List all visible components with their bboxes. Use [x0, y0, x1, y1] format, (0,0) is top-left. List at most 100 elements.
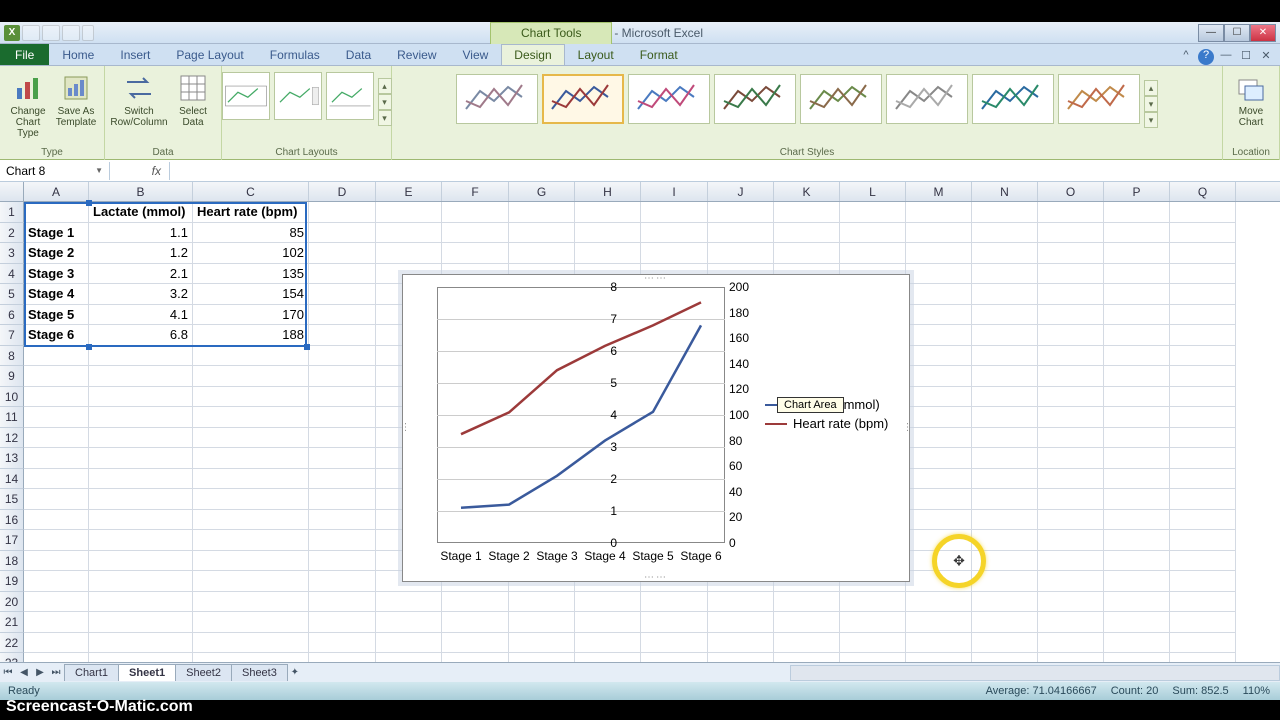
tab-formulas[interactable]: Formulas — [257, 44, 333, 65]
cell-M11[interactable] — [906, 407, 972, 428]
cell-D23[interactable] — [309, 653, 376, 662]
column-header-n[interactable]: N — [972, 182, 1038, 201]
cell-Q21[interactable] — [1170, 612, 1236, 633]
cell-A12[interactable] — [24, 428, 89, 449]
cell-N12[interactable] — [972, 428, 1038, 449]
cell-G3[interactable] — [509, 243, 575, 264]
selection-handle[interactable] — [304, 344, 310, 350]
row-header-5[interactable]: 5 — [0, 284, 24, 305]
cell-G23[interactable] — [509, 653, 575, 662]
row-header-11[interactable]: 11 — [0, 407, 24, 428]
cell-E3[interactable] — [376, 243, 442, 264]
cell-C17[interactable] — [193, 530, 309, 551]
cell-P6[interactable] — [1104, 305, 1170, 326]
column-header-q[interactable]: Q — [1170, 182, 1236, 201]
column-header-p[interactable]: P — [1104, 182, 1170, 201]
cell-Q23[interactable] — [1170, 653, 1236, 662]
workbook-restore-button[interactable]: ☐ — [1238, 49, 1254, 65]
cell-N15[interactable] — [972, 489, 1038, 510]
row-header-22[interactable]: 22 — [0, 633, 24, 654]
column-header-h[interactable]: H — [575, 182, 641, 201]
cell-M10[interactable] — [906, 387, 972, 408]
column-header-c[interactable]: C — [193, 182, 309, 201]
cell-H23[interactable] — [575, 653, 641, 662]
chart-style-8[interactable] — [1058, 74, 1140, 124]
cell-K1[interactable] — [774, 202, 840, 223]
cell-C15[interactable] — [193, 489, 309, 510]
cell-C7[interactable]: 188 — [193, 325, 309, 346]
name-box[interactable]: Chart 8▼ — [0, 162, 110, 180]
row-header-3[interactable]: 3 — [0, 243, 24, 264]
cell-D4[interactable] — [309, 264, 376, 285]
cell-M13[interactable] — [906, 448, 972, 469]
layout-gallery-scroll[interactable]: ▴▾▾ — [378, 78, 392, 126]
cell-M9[interactable] — [906, 366, 972, 387]
cell-P11[interactable] — [1104, 407, 1170, 428]
cell-O3[interactable] — [1038, 243, 1104, 264]
cell-D6[interactable] — [309, 305, 376, 326]
cell-C11[interactable] — [193, 407, 309, 428]
cell-O1[interactable] — [1038, 202, 1104, 223]
cell-O23[interactable] — [1038, 653, 1104, 662]
cell-Q8[interactable] — [1170, 346, 1236, 367]
tab-page-layout[interactable]: Page Layout — [163, 44, 256, 65]
cell-P17[interactable] — [1104, 530, 1170, 551]
cell-N21[interactable] — [972, 612, 1038, 633]
cell-M16[interactable] — [906, 510, 972, 531]
cell-P8[interactable] — [1104, 346, 1170, 367]
row-header-19[interactable]: 19 — [0, 571, 24, 592]
cell-B6[interactable]: 4.1 — [89, 305, 193, 326]
cell-D2[interactable] — [309, 223, 376, 244]
cell-M23[interactable] — [906, 653, 972, 662]
cell-A19[interactable] — [24, 571, 89, 592]
row-header-21[interactable]: 21 — [0, 612, 24, 633]
cell-G2[interactable] — [509, 223, 575, 244]
cell-L3[interactable] — [840, 243, 906, 264]
column-header-l[interactable]: L — [840, 182, 906, 201]
column-header-g[interactable]: G — [509, 182, 575, 201]
cell-J23[interactable] — [708, 653, 774, 662]
cell-N17[interactable] — [972, 530, 1038, 551]
cell-D10[interactable] — [309, 387, 376, 408]
cell-Q22[interactable] — [1170, 633, 1236, 654]
cell-B18[interactable] — [89, 551, 193, 572]
cell-F3[interactable] — [442, 243, 509, 264]
cell-O2[interactable] — [1038, 223, 1104, 244]
qat-undo-button[interactable] — [42, 25, 60, 41]
tab-design[interactable]: Design — [501, 44, 564, 65]
cell-A4[interactable]: Stage 3 — [24, 264, 89, 285]
tab-file[interactable]: File — [0, 44, 49, 65]
cell-C19[interactable] — [193, 571, 309, 592]
cell-F1[interactable] — [442, 202, 509, 223]
fx-button[interactable]: fx — [110, 162, 170, 180]
cell-Q14[interactable] — [1170, 469, 1236, 490]
cell-P5[interactable] — [1104, 284, 1170, 305]
cell-A18[interactable] — [24, 551, 89, 572]
selection-handle[interactable] — [86, 344, 92, 350]
cell-P18[interactable] — [1104, 551, 1170, 572]
cell-Q15[interactable] — [1170, 489, 1236, 510]
sheet-nav-last[interactable]: ⏭ — [48, 667, 64, 678]
row-header-12[interactable]: 12 — [0, 428, 24, 449]
cell-K20[interactable] — [774, 592, 840, 613]
cell-A3[interactable]: Stage 2 — [24, 243, 89, 264]
cell-B1[interactable]: Lactate (mmol) — [89, 202, 193, 223]
cell-K21[interactable] — [774, 612, 840, 633]
chart-style-2[interactable] — [542, 74, 624, 124]
cell-I1[interactable] — [641, 202, 708, 223]
chart-style-1[interactable] — [456, 74, 538, 124]
cell-C1[interactable]: Heart rate (bpm) — [193, 202, 309, 223]
cell-K2[interactable] — [774, 223, 840, 244]
cell-F20[interactable] — [442, 592, 509, 613]
cell-B19[interactable] — [89, 571, 193, 592]
cell-F23[interactable] — [442, 653, 509, 662]
chart-style-5[interactable] — [800, 74, 882, 124]
minimize-ribbon-button[interactable]: ^ — [1178, 49, 1194, 65]
cell-M4[interactable] — [906, 264, 972, 285]
cell-H2[interactable] — [575, 223, 641, 244]
cell-P20[interactable] — [1104, 592, 1170, 613]
sheet-nav-next[interactable]: ▶ — [32, 667, 48, 678]
cell-N22[interactable] — [972, 633, 1038, 654]
cell-C14[interactable] — [193, 469, 309, 490]
column-header-m[interactable]: M — [906, 182, 972, 201]
